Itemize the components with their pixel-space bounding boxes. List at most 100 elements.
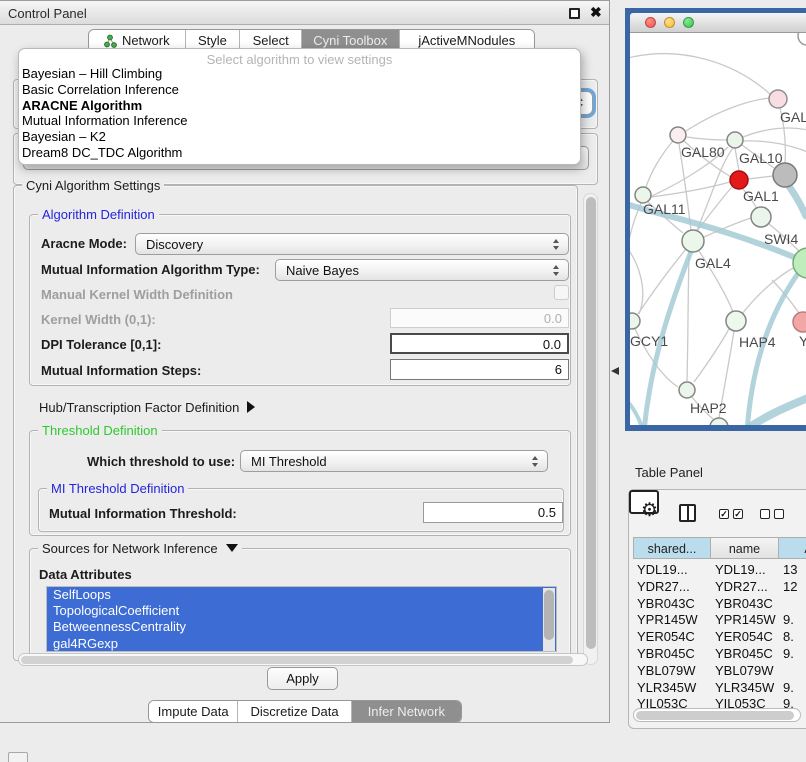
settings-vertical-scrollbar[interactable] <box>583 193 598 665</box>
list-scrollbar[interactable] <box>543 588 555 651</box>
mi-steps-field[interactable]: 6 <box>390 359 569 380</box>
network-edge[interactable] <box>743 128 806 137</box>
network-node[interactable] <box>798 33 806 45</box>
checked-box-icon[interactable]: ✓ <box>733 509 743 519</box>
network-canvas[interactable]: GALGAL80GAL10GAL1SWI4GAL11GAL4GCY1HAP4YH… <box>630 33 806 425</box>
network-node[interactable] <box>773 163 797 187</box>
table-row[interactable]: YLR345WYLR345W9. <box>633 680 806 697</box>
network-node-gal10[interactable] <box>727 132 743 148</box>
mi-threshold-field[interactable]: 0.5 <box>423 502 563 523</box>
kernel-width-field[interactable]: 0.0 <box>390 308 569 328</box>
mouse-cursor-icon <box>611 367 619 375</box>
column-header[interactable]: name <box>711 537 779 559</box>
table-cell: YDL19... <box>637 562 709 577</box>
network-edge[interactable] <box>748 176 773 179</box>
unchecked-box-icon[interactable] <box>774 509 784 519</box>
tab-discretize-data[interactable]: Discretize Data <box>238 701 351 722</box>
dropdown-item[interactable]: Basic Correlation Inference <box>19 82 580 98</box>
table-cell: YPR145W <box>637 612 709 627</box>
dropdown-item[interactable]: Bayesian – Hill Climbing <box>19 66 580 82</box>
network-edge[interactable] <box>651 182 730 197</box>
network-node-y[interactable] <box>793 312 806 332</box>
dropdown-item[interactable]: Bayesian – K2 <box>19 129 580 145</box>
dropdown-prompt: Select algorithm to view settings <box>19 49 580 66</box>
table-row[interactable]: YPR145W YPR145W 9. <box>633 612 806 629</box>
close-traffic-light[interactable] <box>645 17 656 28</box>
attribute-list-item[interactable]: BetweennessCentrality <box>47 619 556 635</box>
table-cell: YDR27... <box>715 579 777 594</box>
node-label: GAL4 <box>695 255 731 271</box>
mi-type-combobox[interactable]: Naive Bayes <box>275 259 569 281</box>
network-edge[interactable] <box>630 203 641 280</box>
tab-infer-network[interactable]: Infer Network <box>352 701 461 722</box>
table-panel-title: Table Panel <box>635 465 703 480</box>
sources-expander[interactable]: Sources for Network Inference <box>38 541 242 556</box>
zoom-traffic-light[interactable] <box>683 17 694 28</box>
table-row[interactable]: YBR043C YBR043C <box>633 596 806 613</box>
network-view-window[interactable]: GALGAL80GAL10GAL1SWI4GAL11GAL4GCY1HAP4YH… <box>625 8 806 431</box>
network-node-swi4[interactable] <box>751 207 771 227</box>
network-edge[interactable] <box>630 243 643 314</box>
network-edge[interactable] <box>687 137 727 140</box>
checked-box-icon[interactable]: ✓ <box>719 509 729 519</box>
node-label: GCY1 <box>630 333 668 349</box>
threshold-definition-groupbox: Threshold Definition Which threshold to … <box>29 430 571 536</box>
network-node-gal1[interactable] <box>730 171 748 189</box>
mini-panel-icon[interactable] <box>8 752 28 762</box>
network-edge-highlighted[interactable] <box>630 396 643 425</box>
window-title: Control Panel <box>8 6 87 21</box>
which-threshold-combobox[interactable]: MI Threshold <box>240 450 548 472</box>
table-row[interactable]: YBL079WYBL079W <box>633 663 806 680</box>
settings-horizontal-scrollbar[interactable] <box>18 653 588 666</box>
dpi-tolerance-field[interactable]: 0.0 <box>390 333 569 354</box>
dropdown-item[interactable]: Mutual Information Inference <box>19 113 580 129</box>
hub-definition-expander[interactable]: Hub/Transcription Factor Definition <box>39 400 255 415</box>
network-node-gcy1[interactable] <box>630 313 640 329</box>
node-label: GAL <box>780 109 806 125</box>
split-columns-icon[interactable] <box>679 504 696 522</box>
table-cell: YBR045C <box>637 646 709 661</box>
table-row[interactable]: YDL19...YDL19...13 <box>633 562 806 579</box>
manual-kernel-checkbox[interactable] <box>554 285 569 300</box>
network-node-gal80[interactable] <box>670 127 686 143</box>
network-node-hap2[interactable] <box>679 382 695 398</box>
desktop: Control Panel ✖ NetworkStyleSelectCyni T… <box>0 0 806 762</box>
table-cell: YLR345W <box>715 680 777 695</box>
dropdown-item[interactable]: Dream8 DC_TDC Algorithm <box>19 145 580 161</box>
aracne-mode-combobox[interactable]: Discovery <box>135 233 569 255</box>
column-header[interactable]: shared... <box>633 537 711 559</box>
table-cell: 9. <box>783 612 806 627</box>
data-attributes-list[interactable]: SelfLoopsTopologicalCoefficientBetweenne… <box>46 586 557 652</box>
network-node-hap4[interactable] <box>726 311 746 331</box>
table-horizontal-scrollbar[interactable] <box>633 708 801 722</box>
table-row[interactable]: YER054CYER054C8. <box>633 629 806 646</box>
column-header[interactable]: A <box>779 537 806 559</box>
network-graph[interactable]: GALGAL80GAL10GAL1SWI4GAL11GAL4GCY1HAP4YH… <box>630 33 806 425</box>
minimize-traffic-light[interactable] <box>664 17 675 28</box>
network-edge[interactable] <box>694 329 729 382</box>
apply-button[interactable]: Apply <box>267 667 338 690</box>
float-window-icon[interactable] <box>569 8 580 19</box>
network-node-gal[interactable] <box>769 90 787 108</box>
network-edge[interactable] <box>646 141 673 187</box>
dropdown-item[interactable]: ARACNE Algorithm <box>19 98 580 114</box>
table-cell: YPR145W <box>715 612 777 627</box>
attribute-list-item[interactable]: gal4RGexp <box>47 636 556 652</box>
attribute-list-item[interactable]: SelfLoops <box>47 587 556 603</box>
table-row[interactable]: YBR045CYBR045C9. <box>633 646 806 663</box>
unchecked-box-icon[interactable] <box>760 509 770 519</box>
gear-icon[interactable]: ⚙ <box>641 499 658 522</box>
table-cell: YBR043C <box>715 596 777 611</box>
groupbox-title: MI Threshold Definition <box>47 481 188 496</box>
table-row[interactable]: YDR27...YDR27...12 <box>633 579 806 596</box>
network-edge[interactable] <box>686 98 770 131</box>
control-panel-titlebar[interactable]: Control Panel ✖ <box>0 1 609 25</box>
tab-impute-data[interactable]: Impute Data <box>149 701 238 722</box>
attribute-list-item[interactable]: TopologicalCoefficient <box>47 603 556 619</box>
network-node-gal4[interactable] <box>682 230 704 252</box>
table-cell: YBR043C <box>637 596 709 611</box>
close-icon[interactable]: ✖ <box>590 4 602 21</box>
network-edge[interactable] <box>687 252 689 381</box>
network-window-titlebar[interactable] <box>630 13 806 33</box>
network-edge[interactable] <box>630 54 771 95</box>
